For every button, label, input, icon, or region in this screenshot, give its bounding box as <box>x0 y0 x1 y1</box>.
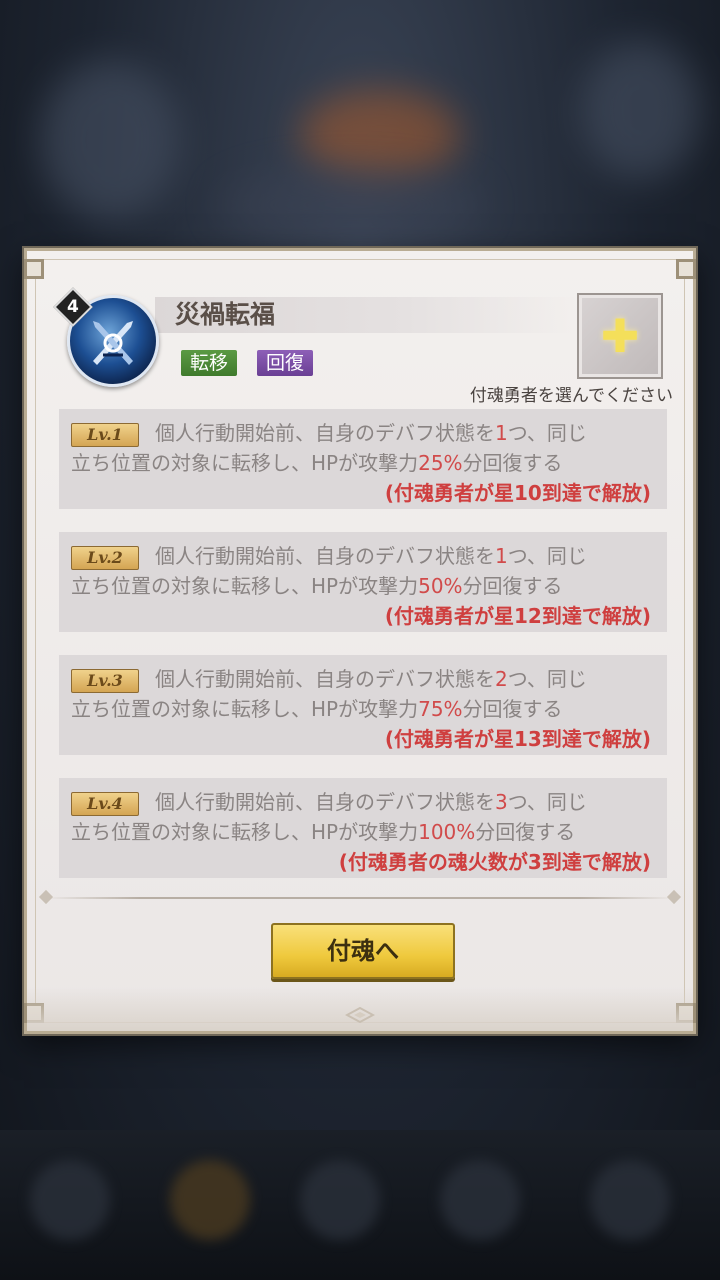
level-desc-line2: 立ち位置の対象に転移し、HPが攻撃力75%分回復する <box>71 697 563 721</box>
plus-icon: ✚ <box>600 309 640 363</box>
background-shape <box>220 170 480 240</box>
heal-percent: 25% <box>418 451 463 475</box>
tag-recovery: 回復 <box>257 350 314 376</box>
panel-footer <box>27 987 693 1031</box>
nav-icon <box>440 1160 520 1240</box>
level-desc-line1: 個人行動開始前、自身のデバフ状態を1つ、同じ <box>155 544 587 568</box>
level-row: Lv.3 個人行動開始前、自身のデバフ状態を2つ、同じ 立ち位置の対象に転移し、… <box>59 655 667 755</box>
nav-icon <box>300 1160 380 1240</box>
level-badge: Lv.3 <box>71 669 139 693</box>
heal-percent: 100% <box>418 820 476 844</box>
level-row: Lv.4 個人行動開始前、自身のデバフ状態を3つ、同じ 立ち位置の対象に転移し、… <box>59 778 667 878</box>
corner-ornament <box>676 259 696 279</box>
nav-icon <box>590 1160 670 1240</box>
heal-percent: 75% <box>418 697 463 721</box>
skill-rank: 4 <box>67 297 79 317</box>
background-shape <box>580 40 700 180</box>
attach-soul-button[interactable]: 付魂へ <box>271 923 455 979</box>
level-badge: Lv.4 <box>71 792 139 816</box>
level-badge: Lv.1 <box>71 423 139 447</box>
corner-ornament <box>24 259 44 279</box>
crossed-blades-icon <box>93 321 133 365</box>
debuff-count: 1 <box>495 544 508 568</box>
debuff-count: 2 <box>495 667 508 691</box>
divider-ornament <box>666 889 682 905</box>
background-glow <box>300 90 460 180</box>
nav-icon <box>170 1160 250 1240</box>
divider-ornament <box>38 889 54 905</box>
unlock-condition: (付魂勇者が星10到達で解放) <box>384 481 651 505</box>
skill-title: 災禍転福 <box>175 300 276 329</box>
level-badge: Lv.2 <box>71 546 139 570</box>
unlock-condition: (付魂勇者が星13到達で解放) <box>384 727 651 751</box>
slot-hint: 付魂勇者を選んでください <box>469 386 673 406</box>
level-row: Lv.1 個人行動開始前、自身のデバフ状態を1つ、同じ 立ち位置の対象に転移し、… <box>59 409 667 509</box>
heal-percent: 50% <box>418 574 463 598</box>
level-row: Lv.2 個人行動開始前、自身のデバフ状態を1つ、同じ 立ち位置の対象に転移し、… <box>59 532 667 632</box>
background-shape <box>40 60 180 220</box>
bottom-bar <box>0 1130 720 1280</box>
debuff-count: 1 <box>495 421 508 445</box>
level-desc-line2: 立ち位置の対象に転移し、HPが攻撃力25%分回復する <box>71 451 563 475</box>
level-desc-line2: 立ち位置の対象に転移し、HPが攻撃力50%分回復する <box>71 574 563 598</box>
level-desc-line1: 個人行動開始前、自身のデバフ状態を1つ、同じ <box>155 421 587 445</box>
level-desc-line1: 個人行動開始前、自身のデバフ状態を2つ、同じ <box>155 667 587 691</box>
unlock-condition: (付魂勇者の魂火数が3到達で解放) <box>338 850 651 874</box>
hero-slot[interactable]: ✚ <box>577 293 663 379</box>
nav-icon <box>30 1160 110 1240</box>
debuff-count: 3 <box>495 790 508 814</box>
divider <box>45 897 675 899</box>
skill-detail-dialog: 4 災禍転福 転移 回復 ✚ 付魂勇者を選んでください Lv.1 個人行動開始前… <box>24 248 696 1034</box>
footer-ornament-icon <box>345 1007 375 1023</box>
unlock-condition: (付魂勇者が星12到達で解放) <box>384 604 651 628</box>
level-desc-line2: 立ち位置の対象に転移し、HPが攻撃力100%分回復する <box>71 820 576 844</box>
level-desc-line1: 個人行動開始前、自身のデバフ状態を3つ、同じ <box>155 790 587 814</box>
tag-transfer: 転移 <box>181 350 238 376</box>
